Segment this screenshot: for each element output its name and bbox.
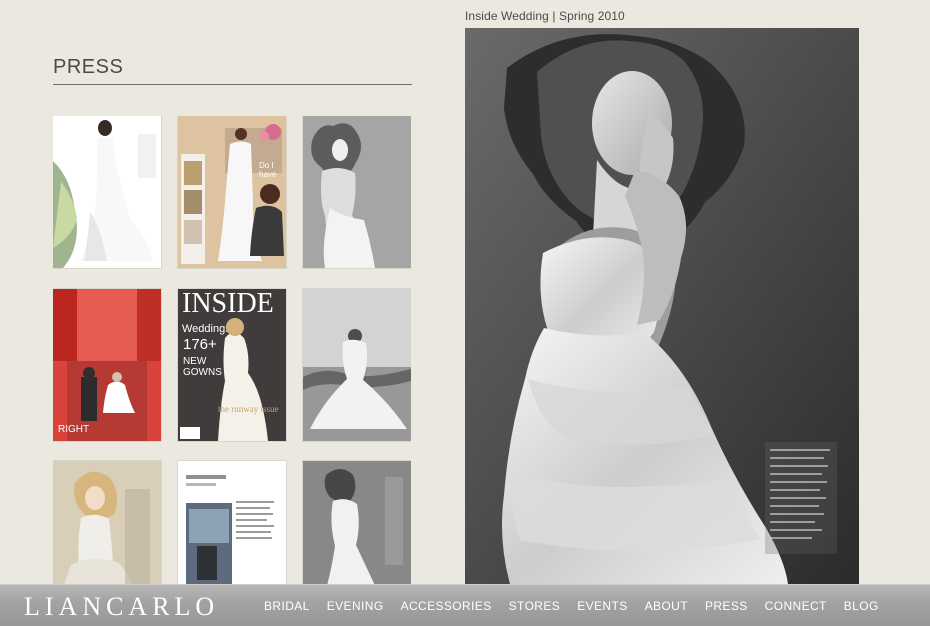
featured-magazine-photo [465, 28, 859, 584]
press-thumbnail[interactable] [303, 461, 411, 586]
press-thumbnail[interactable]: Do I have [178, 116, 286, 268]
nav-blog[interactable]: BLOG [844, 599, 879, 613]
nav-bridal[interactable]: BRIDAL [264, 599, 310, 613]
svg-text:NEW: NEW [183, 356, 207, 367]
main-navigation: BRIDAL EVENING ACCESSORIES STORES EVENTS… [264, 599, 879, 613]
magazine-page-image: RIGHT [53, 289, 161, 441]
nav-events[interactable]: EVENTS [577, 599, 627, 613]
press-thumbnail[interactable] [53, 461, 161, 586]
svg-text:176+: 176+ [183, 336, 217, 353]
liancarlo-logo[interactable]: LIANCARLO [24, 592, 219, 622]
feature-caption: Inside Wedding | Spring 2010 [465, 9, 625, 23]
svg-text:Do I: Do I [259, 161, 274, 170]
nav-stores[interactable]: STORES [509, 599, 561, 613]
magazine-page-image [53, 116, 161, 268]
nav-about[interactable]: ABOUT [645, 599, 688, 613]
press-thumbnail[interactable] [303, 289, 411, 441]
svg-text:INSIDE: INSIDE [182, 289, 274, 319]
page-title: PRESS [53, 56, 124, 78]
magazine-page-image [178, 461, 286, 586]
magazine-page-image: INSIDE Weddings 176+ NEW GOWNS the runwa… [178, 289, 286, 441]
magazine-page-image [53, 461, 161, 586]
magazine-page-image [303, 289, 411, 441]
featured-press-image[interactable] [465, 28, 859, 584]
svg-text:Weddings: Weddings [182, 323, 231, 335]
press-page: PRESS Do I have RIGHT INSIDE Weddings 17… [0, 0, 930, 626]
magazine-page-image: Do I have [178, 116, 286, 268]
svg-text:RIGHT: RIGHT [58, 424, 89, 435]
nav-accessories[interactable]: ACCESSORIES [401, 599, 492, 613]
press-thumbnail[interactable]: INSIDE Weddings 176+ NEW GOWNS the runwa… [178, 289, 286, 441]
svg-text:the runway issue: the runway issue [218, 404, 279, 414]
magazine-page-image [303, 461, 411, 586]
press-thumbnail[interactable] [178, 461, 286, 586]
svg-text:have: have [259, 170, 277, 179]
press-thumbnail[interactable]: RIGHT [53, 289, 161, 441]
title-divider [53, 84, 412, 85]
press-thumbnail-grid: Do I have RIGHT INSIDE Weddings 176+ NEW… [53, 116, 411, 586]
nav-connect[interactable]: CONNECT [765, 599, 827, 613]
press-thumbnail[interactable] [303, 116, 411, 268]
svg-text:GOWNS: GOWNS [183, 367, 222, 378]
press-thumbnail[interactable] [53, 116, 161, 268]
site-footer-nav: LIANCARLO BRIDAL EVENING ACCESSORIES STO… [0, 584, 930, 626]
nav-evening[interactable]: EVENING [327, 599, 384, 613]
magazine-page-image [303, 116, 411, 268]
nav-press[interactable]: PRESS [705, 599, 748, 613]
